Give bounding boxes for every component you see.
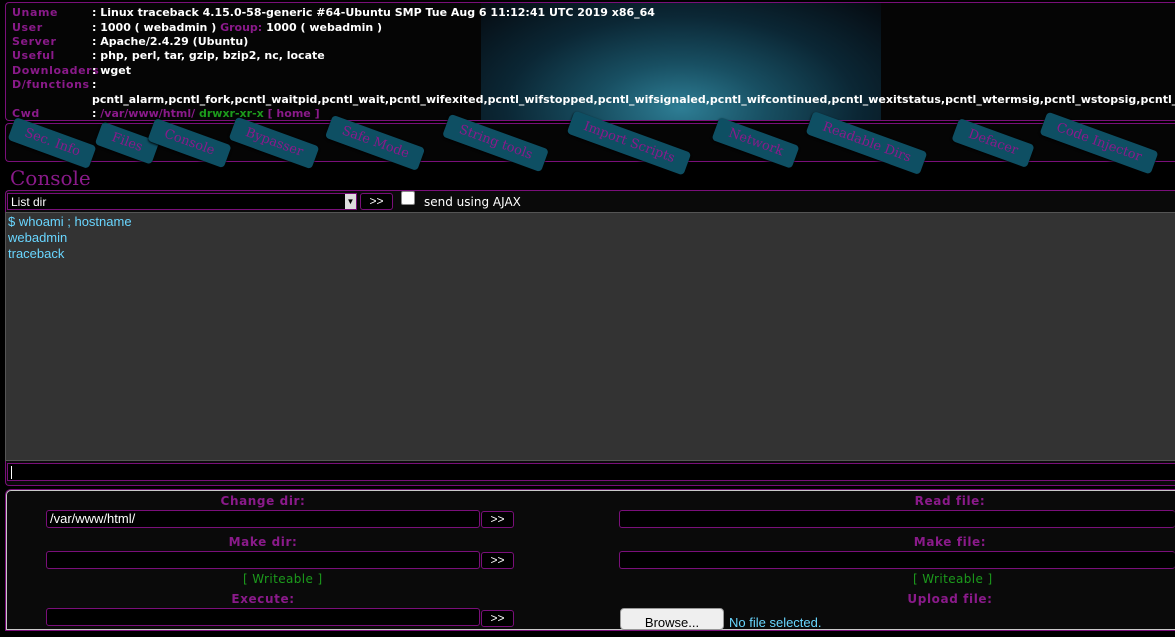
ajax-checkbox-label: send using AJAX xyxy=(424,195,521,209)
make-dir-writeable-status: [ Writeable ] xyxy=(243,572,323,586)
home-link[interactable]: [ home ] xyxy=(268,107,320,120)
cwd-path-link[interactable]: /var/www/html/ xyxy=(100,107,195,120)
cwd-value: : /var/www/html/ drwxr-xr-x [ home ] xyxy=(92,106,320,120)
execute-input[interactable] xyxy=(46,608,480,626)
make-file-input[interactable] xyxy=(619,551,1175,569)
text-cursor xyxy=(11,466,12,479)
make-dir-label: Make dir: xyxy=(228,535,298,549)
output-line: webadmin xyxy=(8,230,68,245)
make-dir-go-button[interactable]: >> xyxy=(481,552,514,569)
make-dir-input[interactable] xyxy=(46,551,480,569)
chevron-down-icon[interactable]: ▼ xyxy=(345,194,356,209)
execute-label: Execute: xyxy=(231,592,295,606)
command-select-go-button[interactable]: >> xyxy=(360,193,393,210)
browse-button[interactable]: Browse... xyxy=(620,608,724,630)
disabled-functions-colon: : xyxy=(92,78,97,91)
server-key: Server xyxy=(12,35,57,48)
user-key: User xyxy=(12,21,43,34)
group-id: 1000 ( webadmin ) xyxy=(266,21,383,34)
change-dir-label: Change dir: xyxy=(220,494,306,508)
command-select[interactable]: List dir ▼ xyxy=(7,193,357,210)
execute-go-button[interactable]: >> xyxy=(481,610,514,627)
server-info-panel: Uname : Linux traceback 4.15.0-58-generi… xyxy=(5,2,1175,121)
disabled-functions-list: pcntl_alarm,pcntl_fork,pcntl_waitpid,pcn… xyxy=(92,93,1175,106)
command-select-value: List dir xyxy=(11,195,47,209)
group-key: Group: xyxy=(220,21,263,34)
change-dir-input[interactable]: /var/www/html/ xyxy=(46,510,480,528)
no-file-selected-text: No file selected. xyxy=(729,615,822,630)
user-value: : 1000 ( webadmin ) Group: 1000 ( webadm… xyxy=(92,20,382,35)
make-file-label: Make file: xyxy=(913,535,987,549)
change-dir-go-button[interactable]: >> xyxy=(481,511,514,528)
read-file-input[interactable] xyxy=(619,510,1175,528)
uname-value: : Linux traceback 4.15.0-58-generic #64-… xyxy=(92,6,655,19)
console-title: Console xyxy=(10,166,91,190)
server-value: : Apache/2.4.29 (Ubuntu) xyxy=(92,35,249,48)
output-line: traceback xyxy=(8,246,65,261)
console-output[interactable]: $ whoami ; hostname webadmin traceback xyxy=(5,212,1175,461)
disabled-functions-key: D/functions xyxy=(12,78,90,91)
command-input[interactable] xyxy=(7,463,1175,481)
upload-file-label: Upload file: xyxy=(907,592,993,606)
uname-key: Uname xyxy=(12,6,59,19)
useful-key: Useful xyxy=(12,49,55,62)
cwd-permissions: drwxr-xr-x xyxy=(199,107,264,120)
useful-value: : php, perl, tar, gzip, bzip2, nc, locat… xyxy=(92,49,325,62)
user-id: : 1000 ( webadmin ) xyxy=(92,21,217,34)
ajax-checkbox[interactable] xyxy=(401,191,415,205)
make-file-writeable-status: [ Writeable ] xyxy=(913,572,993,586)
downloaders-value: : wget xyxy=(92,64,131,77)
read-file-label: Read file: xyxy=(914,494,986,508)
cwd-colon: : xyxy=(92,107,97,120)
output-line: $ whoami ; hostname xyxy=(8,214,132,229)
downloaders-key: Downloaders xyxy=(12,64,100,77)
